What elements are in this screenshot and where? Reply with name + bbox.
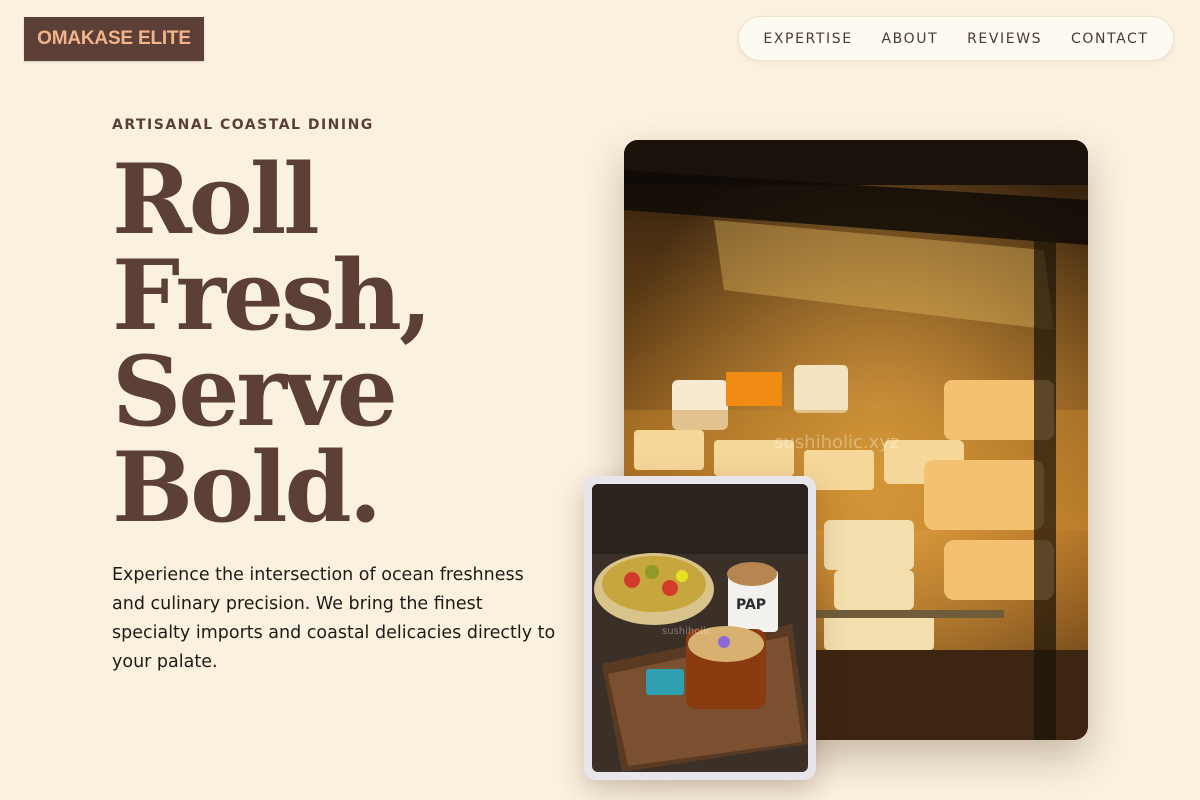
brand-logo[interactable]: OMAKASE ELITE (24, 17, 204, 61)
nav-link-expertise[interactable]: EXPERTISE (763, 31, 852, 47)
nav-link-about[interactable]: ABOUT (881, 31, 938, 47)
headline-line: Serve (112, 335, 398, 448)
food-tray-illustration: PAP sushiholic (592, 484, 808, 772)
top-nav: EXPERTISE ABOUT REVIEWS CONTACT (738, 16, 1174, 61)
headline-line: Roll (112, 143, 320, 256)
nav-link-contact[interactable]: CONTACT (1071, 31, 1149, 47)
watermark-text: sushiholic (662, 626, 711, 637)
headline-line: Bold. (112, 431, 382, 544)
hero-eyebrow: ARTISANAL COASTAL DINING (112, 117, 374, 133)
headline-line: Fresh, (112, 239, 432, 352)
food-tray-photo-card: PAP sushiholic (584, 476, 816, 780)
cup-label: PAP (736, 597, 766, 613)
hero-description: Experience the intersection of ocean fre… (112, 565, 556, 672)
hero-headline: Roll Fresh, Serve Bold. (112, 152, 552, 536)
nav-link-reviews[interactable]: REVIEWS (967, 31, 1042, 47)
watermark-text: sushiholic.xyz (774, 432, 899, 453)
